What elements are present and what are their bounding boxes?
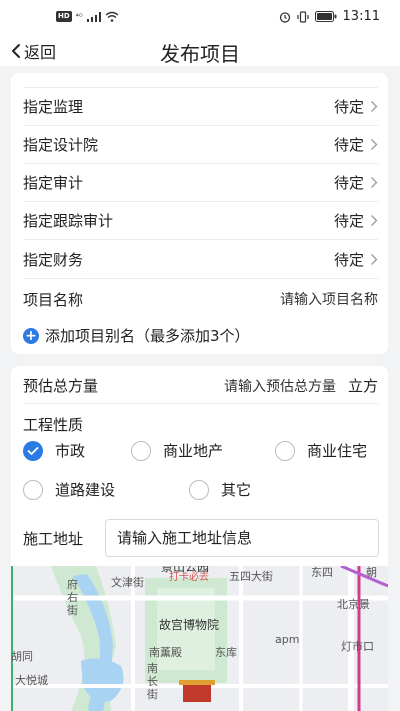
row-value: 待定 bbox=[333, 174, 364, 192]
row-value: 待定 bbox=[333, 212, 364, 230]
status-right: 13:11 bbox=[279, 9, 380, 24]
row-label: 指定财务 bbox=[23, 251, 84, 269]
project-name-input[interactable]: 请输入项目名称 bbox=[280, 289, 378, 309]
map-label: 东四 bbox=[311, 566, 333, 579]
volume-input[interactable]: 请输入预估总方量 bbox=[224, 376, 336, 396]
map-label: 大悦城 bbox=[15, 674, 48, 687]
assign-audit-row[interactable]: 指定审计 待定 bbox=[23, 164, 378, 202]
map-label: 文津街 bbox=[111, 576, 144, 589]
chevron-right-icon bbox=[371, 177, 378, 188]
chevron-left-icon bbox=[12, 44, 20, 58]
project-details-card: 预估总方量 请输入预估总方量 立方 工程性质 市政 商业地产 商业住宅 道路建设… bbox=[11, 366, 388, 566]
row-label: 指定审计 bbox=[23, 174, 84, 192]
nature-option-road-construction[interactable]: 道路建设 bbox=[23, 479, 115, 500]
hd-badge: HD bbox=[56, 11, 72, 22]
location-map[interactable]: 打卡必去 景山公园 五四大街 东四 朝 府右街 文津街 北京景 故宫博物院 ap… bbox=[11, 566, 388, 711]
battery-icon bbox=[314, 11, 337, 22]
row-label: 指定跟踪审计 bbox=[23, 212, 114, 230]
status-time: 13:11 bbox=[342, 9, 380, 24]
chevron-right-icon bbox=[371, 215, 378, 226]
map-label: 五四大街 bbox=[229, 570, 273, 583]
volume-row: 预估总方量 请输入预估总方量 立方 bbox=[23, 368, 378, 404]
assign-tracking-audit-row[interactable]: 指定跟踪审计 待定 bbox=[23, 202, 378, 240]
assign-design-institute-row[interactable]: 指定设计院 待定 bbox=[23, 126, 378, 164]
chevron-right-icon bbox=[371, 254, 378, 265]
alarm-icon bbox=[279, 11, 290, 23]
nature-option-other[interactable]: 其它 bbox=[189, 479, 251, 500]
plus-icon: + bbox=[23, 327, 39, 344]
project-settings-card: 指定监理 待定 指定设计院 待定 指定审计 待定 指定跟踪审计 待定 指定财务 … bbox=[11, 73, 388, 354]
vibrate-icon bbox=[296, 10, 309, 23]
row-value: 待定 bbox=[333, 98, 364, 116]
option-label: 商业地产 bbox=[163, 442, 224, 460]
option-label: 市政 bbox=[55, 442, 86, 460]
assign-supervisor-row[interactable]: 指定监理 待定 bbox=[23, 88, 378, 126]
chevron-right-icon bbox=[371, 139, 378, 150]
volume-label: 预估总方量 bbox=[23, 377, 99, 395]
chevron-right-icon bbox=[371, 101, 378, 112]
option-label: 道路建设 bbox=[55, 481, 116, 499]
back-label: 返回 bbox=[24, 43, 57, 62]
radio-unchecked-icon bbox=[275, 440, 295, 461]
network-type: ⁴ᴳ bbox=[75, 12, 83, 21]
assign-finance-row[interactable]: 指定财务 待定 bbox=[23, 241, 378, 279]
map-label: 胡同 bbox=[11, 650, 33, 663]
radio-checked-icon bbox=[23, 440, 43, 461]
row-label: 指定设计院 bbox=[23, 136, 99, 154]
add-alias-button[interactable]: + 添加项目别名（最多添加3个） bbox=[23, 325, 250, 346]
map-label: 北京景 bbox=[337, 598, 370, 611]
cellular-signal-icon bbox=[86, 11, 101, 22]
row-label: 项目名称 bbox=[23, 290, 84, 309]
map-label: 朝 bbox=[366, 566, 377, 579]
address-label: 施工地址 bbox=[23, 530, 84, 548]
nature-label: 工程性质 bbox=[23, 416, 84, 434]
address-input[interactable] bbox=[105, 519, 379, 557]
status-bar: HD ⁴ᴳ 13:11 bbox=[0, 0, 400, 36]
map-label: 南长街 bbox=[147, 662, 158, 701]
map-label: 南薰殿 bbox=[149, 646, 182, 659]
map-label: apm bbox=[275, 633, 300, 646]
add-alias-label: 添加项目别名（最多添加3个） bbox=[45, 327, 250, 345]
nature-option-municipal[interactable]: 市政 bbox=[23, 440, 85, 461]
radio-unchecked-icon bbox=[23, 479, 43, 500]
project-name-row[interactable]: 项目名称 请输入项目名称 bbox=[23, 280, 378, 318]
radio-unchecked-icon bbox=[131, 440, 151, 461]
row-label: 指定监理 bbox=[23, 98, 84, 116]
map-label: 景山公园 bbox=[161, 566, 210, 574]
volume-unit: 立方 bbox=[347, 377, 378, 395]
wifi-icon bbox=[105, 11, 119, 22]
map-label: 故宫博物院 bbox=[159, 618, 220, 632]
status-left: HD ⁴ᴳ bbox=[56, 11, 119, 22]
nature-option-commercial-property[interactable]: 商业地产 bbox=[131, 440, 223, 461]
nature-option-commercial-residence[interactable]: 商业住宅 bbox=[275, 440, 367, 461]
nav-bar: 发布项目 返回 bbox=[0, 36, 400, 66]
map-label: 灯市口 bbox=[341, 640, 374, 653]
row-value: 待定 bbox=[333, 136, 364, 154]
option-label: 商业住宅 bbox=[307, 442, 368, 460]
page-title: 发布项目 bbox=[160, 42, 240, 66]
back-button[interactable]: 返回 bbox=[10, 39, 56, 63]
option-label: 其它 bbox=[221, 481, 252, 499]
map-label: 东库 bbox=[215, 646, 237, 659]
row-value: 待定 bbox=[333, 251, 364, 269]
radio-unchecked-icon bbox=[189, 479, 209, 500]
map-label: 府右街 bbox=[67, 578, 78, 617]
